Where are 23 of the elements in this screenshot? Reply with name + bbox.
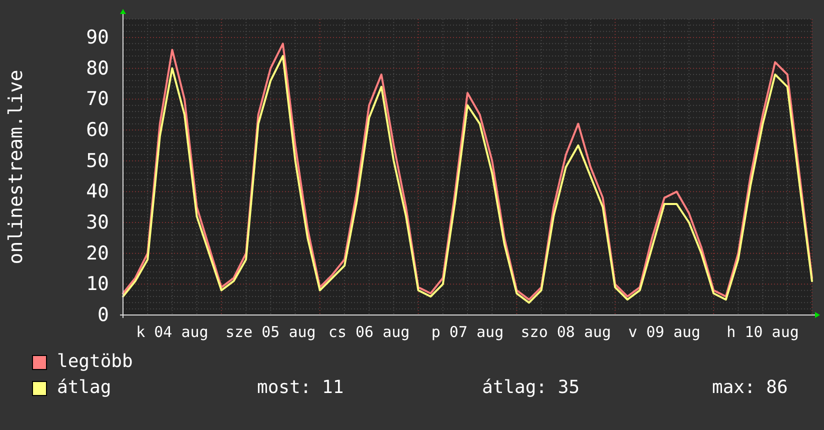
x-tick-label: h 10 aug [726, 323, 799, 341]
y-tick-label: 90 [86, 26, 109, 48]
x-tick-label: sze 05 aug [225, 323, 316, 341]
y-tick-label: 40 [86, 180, 109, 203]
y-tick-label: 60 [86, 119, 109, 141]
x-tick-label: cs 06 aug [328, 323, 410, 341]
axis-title: onlinestream.live [5, 70, 27, 264]
y-tick-label: 0 [98, 304, 109, 326]
legend-label: legtöbb [57, 350, 134, 374]
x-tick-label: k 04 aug [136, 323, 208, 341]
y-tick-label: 30 [86, 212, 109, 234]
stat-value: max: 86 [712, 376, 788, 400]
y-tick-label: 70 [86, 88, 109, 110]
x-tick-label: p 07 aug [431, 323, 504, 341]
stat-value: most: 11 [257, 376, 345, 400]
legend-label: átlag [57, 376, 112, 400]
y-tick-label: 80 [86, 57, 109, 80]
y-tick-label: 10 [86, 273, 109, 296]
stat-value: átlag: 35 [482, 376, 581, 400]
x-tick-label: v 09 aug [628, 323, 700, 341]
x-tick-label: szo 08 aug [520, 323, 612, 341]
y-tick-label: 20 [86, 242, 109, 264]
y-tick-label: 50 [86, 150, 109, 172]
